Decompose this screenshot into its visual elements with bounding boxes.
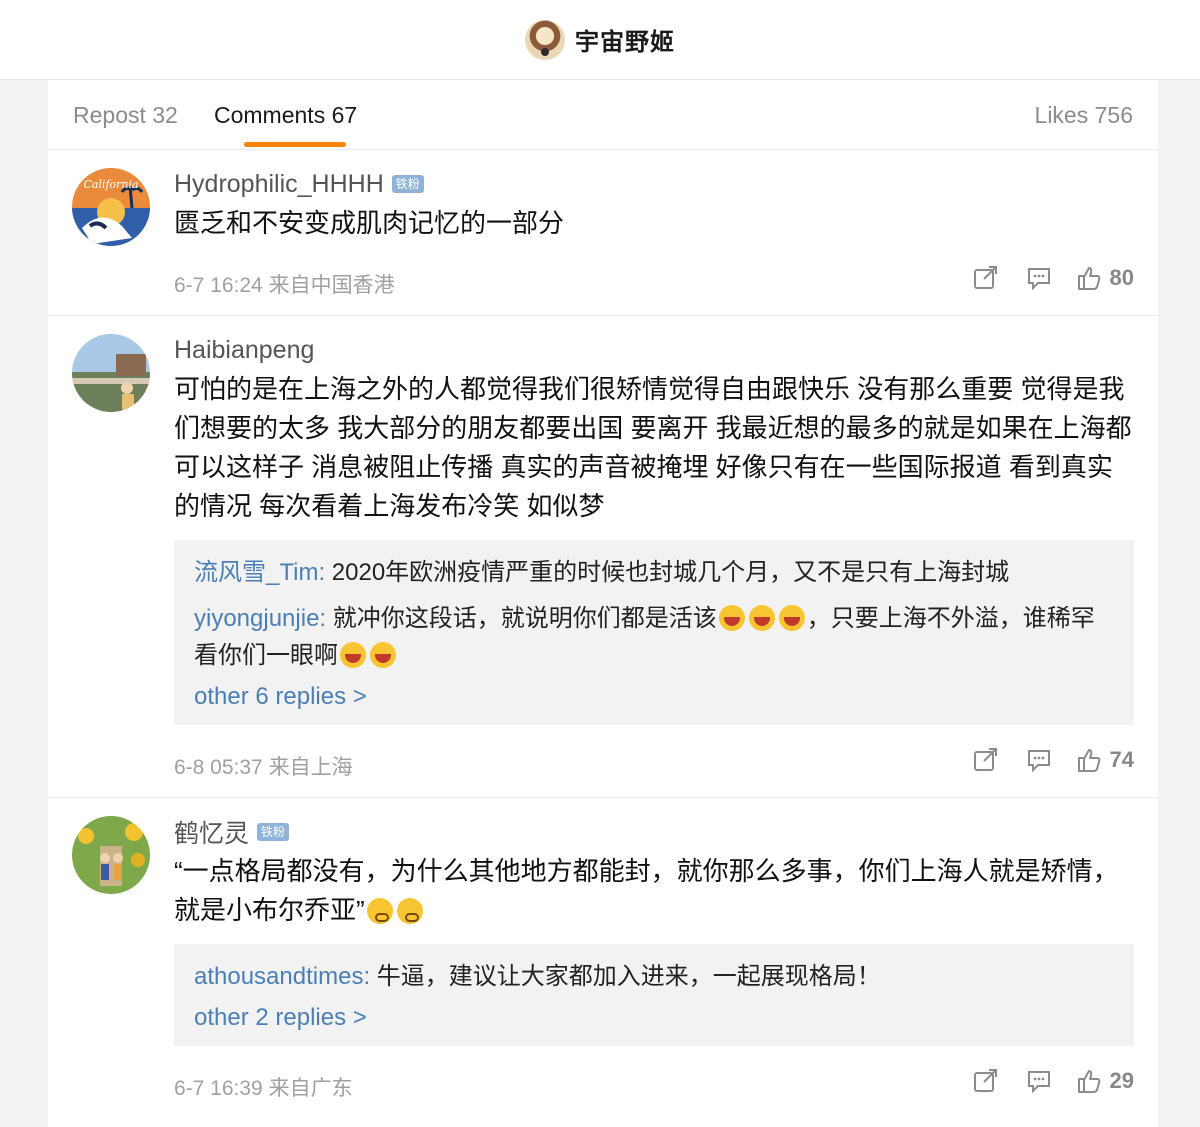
reply-item: yiyongjunjie: 就冲你这段话，就说明你们都是活该 ，只要上海不外溢，谁… <box>194 600 1114 674</box>
comments-panel: Repost 32 Comments 67 Likes 756 Californ… <box>48 80 1158 1127</box>
commenter-avatar[interactable] <box>72 816 150 894</box>
commenter-name[interactable]: 鹤忆灵 <box>174 814 249 850</box>
more-replies-link[interactable]: other 6 replies > <box>194 683 1114 711</box>
comment-text: 可怕的是在上海之外的人都觉得我们很矫情觉得自由跟快乐 没有那么重要 觉得是我们想… <box>174 374 1132 521</box>
reply-text: 就冲你这段话，就说明你们都是活该 <box>326 605 717 632</box>
commenter-avatar[interactable] <box>72 334 150 412</box>
comment-item: California Hydrophilic_HHHH 铁粉 匮乏和不安变成肌肉… <box>48 150 1158 316</box>
more-replies-link[interactable]: other 2 replies > <box>194 1004 1114 1032</box>
user-avatar[interactable] <box>525 19 565 60</box>
shy-emoji-icon <box>366 898 393 924</box>
like-count: 29 <box>1109 1068 1134 1093</box>
page-title: 宇宙野姬 <box>575 29 675 56</box>
tab-comments[interactable]: Comments 67 <box>214 102 357 129</box>
reply-box: 流风雪_Tim: 2020年欧洲疫情严重的时候也封城几个月，又不是只有上海封城 … <box>174 540 1134 725</box>
laugh-emoji-icon <box>778 605 805 631</box>
comment-icon[interactable] <box>1026 265 1052 291</box>
laugh-emoji-icon <box>340 642 366 668</box>
comment-icon[interactable] <box>1026 1068 1052 1094</box>
like-button[interactable]: 74 <box>1076 747 1134 773</box>
laugh-emoji-icon <box>748 605 775 631</box>
comment-item: Haibianpeng 可怕的是在上海之外的人都觉得我们很矫情觉得自由跟快乐 没… <box>48 316 1158 798</box>
share-icon[interactable] <box>972 747 998 773</box>
reply-user[interactable]: yiyongjunjie: <box>194 605 326 632</box>
laugh-emoji-icon <box>718 605 745 631</box>
thumbs-up-icon <box>1077 749 1100 772</box>
commenter-name[interactable]: Hydrophilic_HHHH <box>174 170 384 199</box>
reply-box: athousandtimes: 牛逼，建议让大家都加入进来，一起展现格局！ ot… <box>174 944 1134 1046</box>
laugh-emoji-icon <box>370 642 396 668</box>
comment-text-content: “一点格局都没有，为什么其他地方都能封，就你那么多事，你们上海人就是矫情，就是小… <box>174 856 1119 925</box>
reply-item: 流风雪_Tim: 2020年欧洲疫情严重的时候也封城几个月，又不是只有上海封城 <box>194 554 1114 591</box>
comment-text: 匮乏和不安变成肌肉记忆的一部分 <box>174 208 565 238</box>
tab-likes[interactable]: Likes 756 <box>1035 102 1133 129</box>
like-count: 80 <box>1109 265 1134 290</box>
like-button[interactable]: 29 <box>1076 1068 1134 1094</box>
comment-text: “一点格局都没有，为什么其他地方都能封，就你那么多事，你们上海人就是矫情，就是小… <box>174 852 1134 930</box>
commenter-name[interactable]: Haibianpeng <box>174 336 314 365</box>
active-tab-indicator <box>244 142 346 147</box>
shy-emoji-icon <box>396 898 423 924</box>
comment-icon[interactable] <box>1026 747 1052 773</box>
thumbs-up-icon <box>1077 267 1100 290</box>
share-icon[interactable] <box>972 1068 998 1094</box>
tab-bar: Repost 32 Comments 67 Likes 756 <box>48 80 1158 150</box>
reply-user[interactable]: 流风雪_Tim: <box>194 559 325 586</box>
fan-badge: 铁粉 <box>391 175 424 193</box>
reply-item: athousandtimes: 牛逼，建议让大家都加入进来，一起展现格局！ <box>194 958 1114 995</box>
like-button[interactable]: 80 <box>1076 265 1134 291</box>
svg-text:California: California <box>83 178 138 191</box>
share-icon[interactable] <box>972 265 998 291</box>
like-count: 74 <box>1109 747 1134 772</box>
reply-text: 牛逼，建议让大家都加入进来，一起展现格局！ <box>370 963 881 990</box>
reply-user[interactable]: athousandtimes: <box>194 963 370 990</box>
comment-time: 6-8 05:37 来自上海 <box>174 756 353 779</box>
comment-time: 6-7 16:39 来自广东 <box>174 1077 353 1100</box>
thumbs-up-icon <box>1077 1070 1100 1093</box>
reply-text: 2020年欧洲疫情严重的时候也封城几个月，又不是只有上海封城 <box>325 559 1010 586</box>
top-bar: 宇宙野姬 <box>0 0 1200 80</box>
commenter-avatar[interactable]: California <box>72 168 150 246</box>
comment-time: 6-7 16:24 来自中国香港 <box>174 274 395 297</box>
tab-repost[interactable]: Repost 32 <box>73 102 178 129</box>
comment-item: 鹤忆灵 铁粉 “一点格局都没有，为什么其他地方都能封，就你那么多事，你们上海人就… <box>48 798 1158 1118</box>
fan-badge: 铁粉 <box>257 823 290 841</box>
